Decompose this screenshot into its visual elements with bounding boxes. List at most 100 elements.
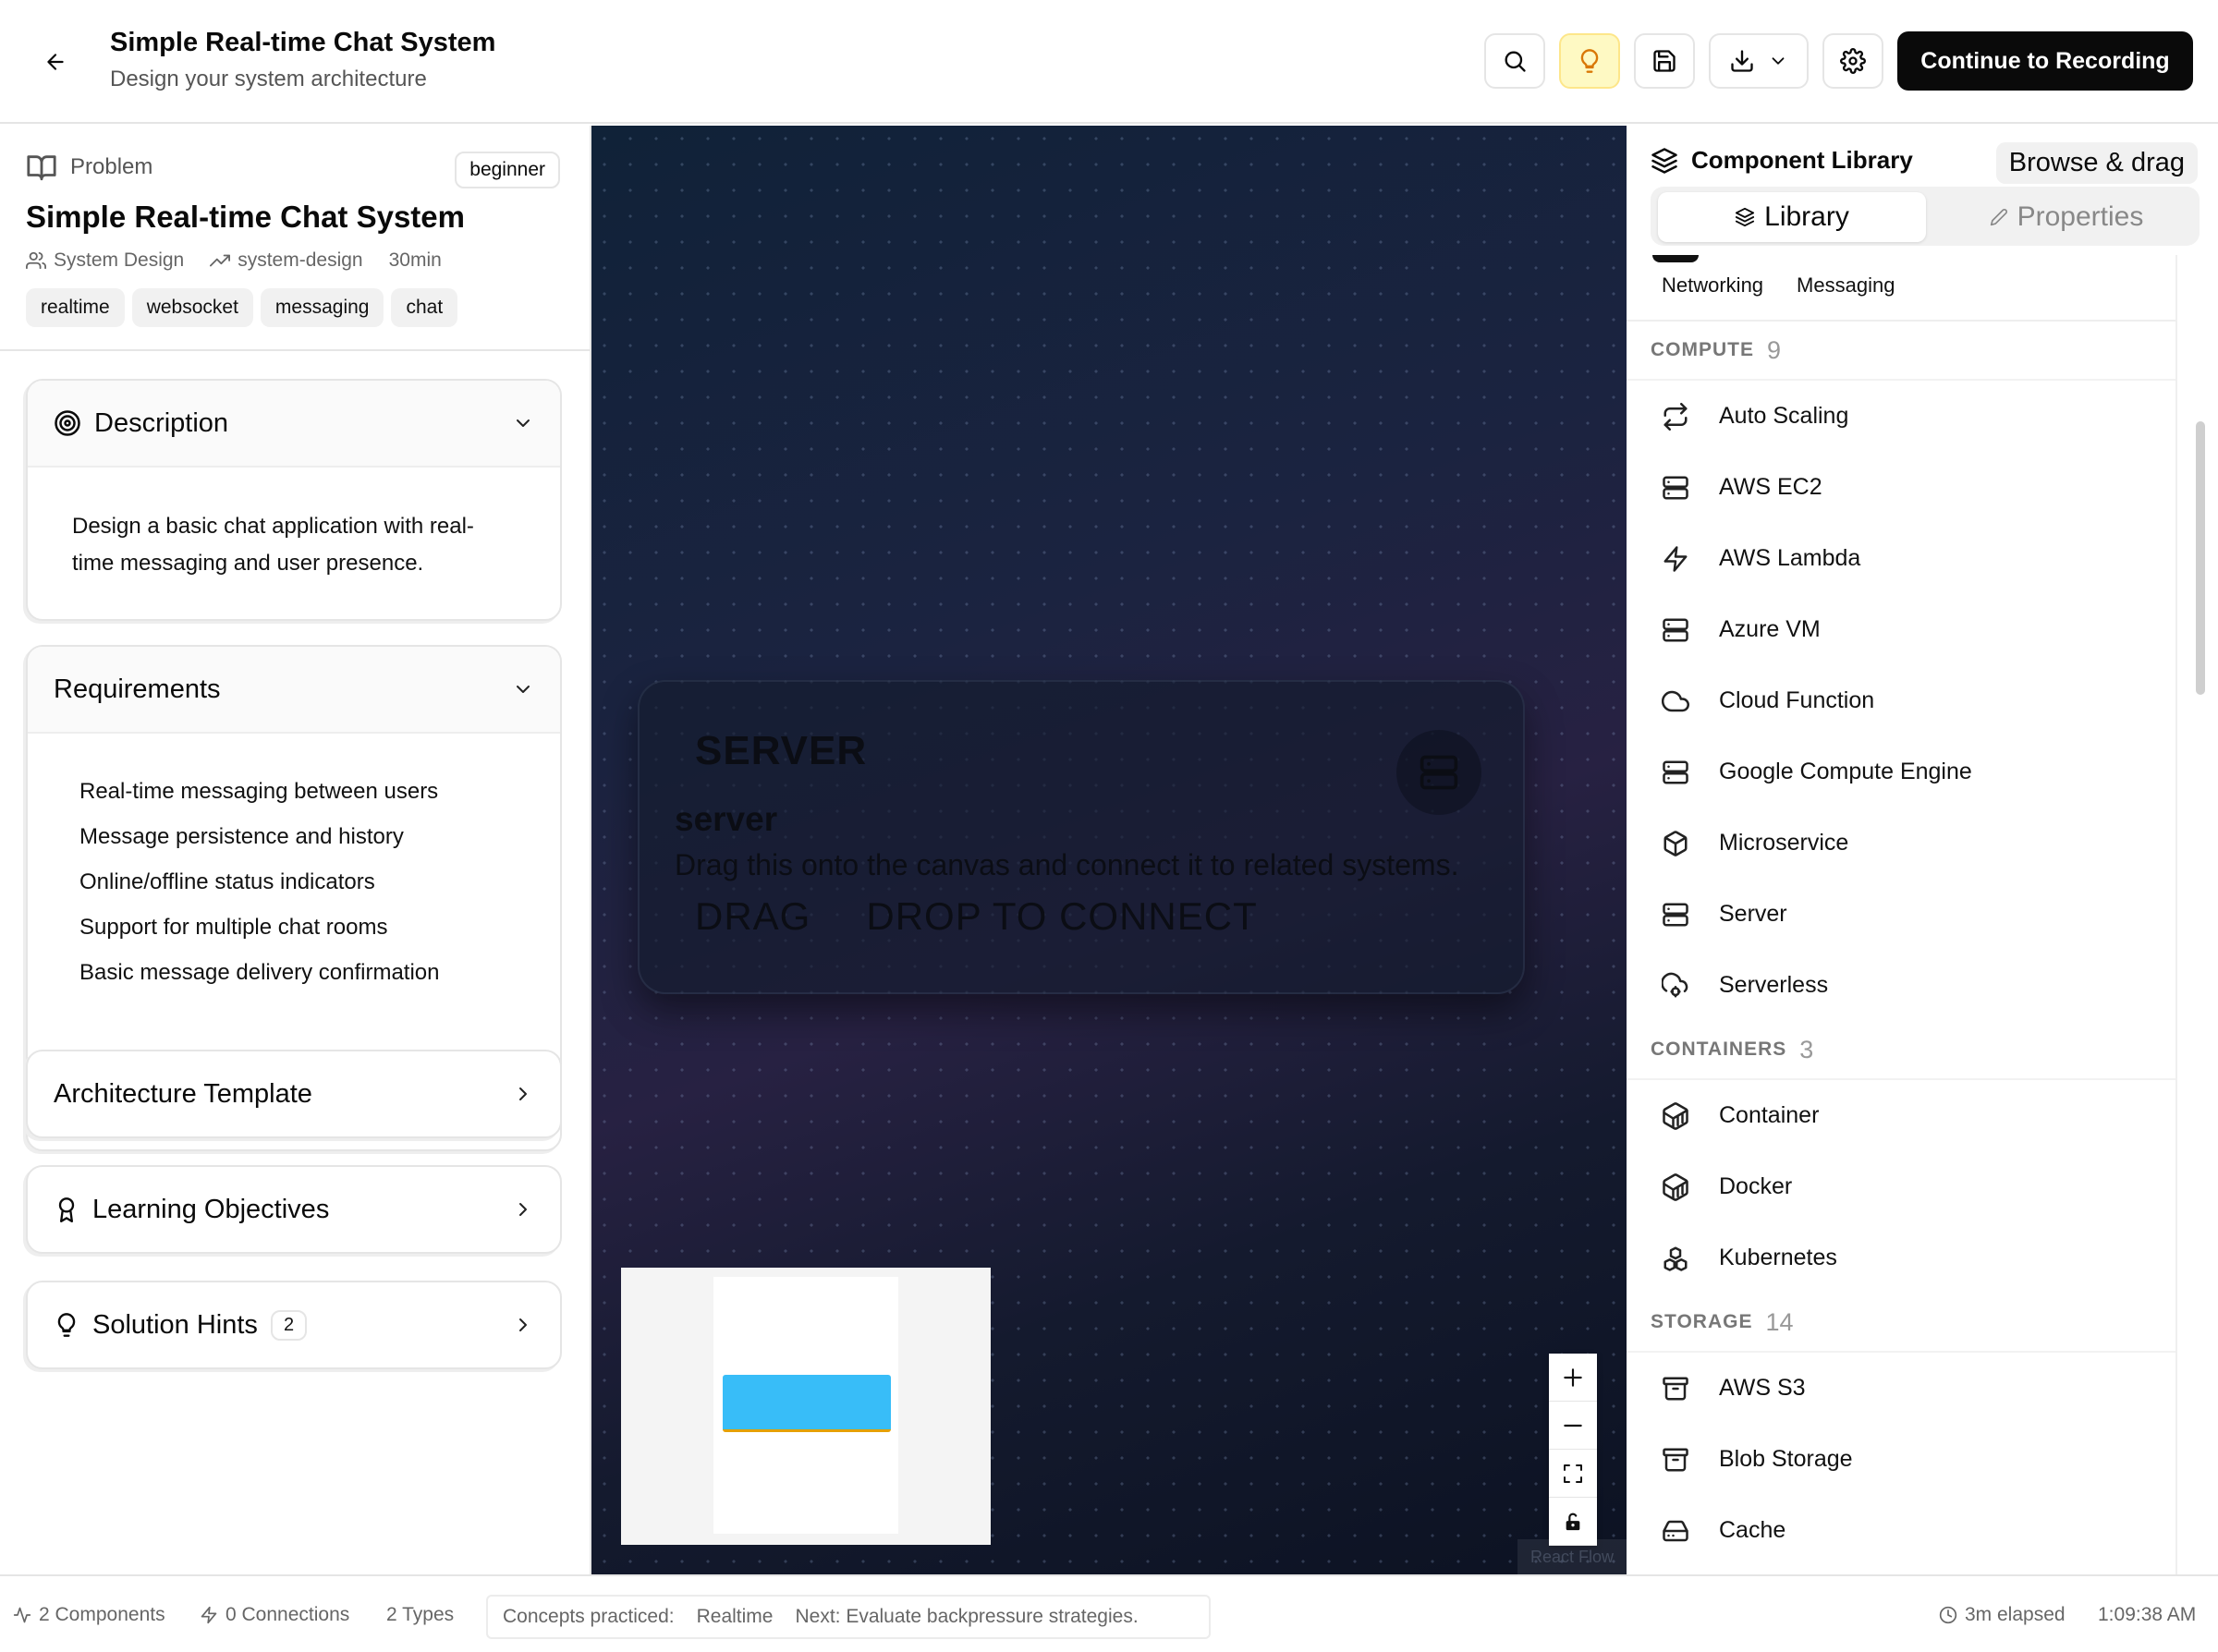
minimap-node (723, 1375, 891, 1432)
plus-icon (1561, 1366, 1585, 1390)
archive-icon (1660, 1373, 1691, 1404)
component-item-azure-vm[interactable]: Azure VM (1627, 594, 2175, 665)
requirement-item: Message persistence and history (79, 824, 404, 849)
page-subtitle: Design your system architecture (110, 67, 427, 91)
box-icon (1660, 828, 1691, 859)
pencil-icon (1990, 208, 2008, 226)
section-header-compute: COMPUTE 9 (1627, 322, 2175, 381)
component-item-auto-scaling[interactable]: Auto Scaling (1627, 381, 2175, 452)
component-list: COMPUTE 9 Auto Scaling AWS EC2 AWS Lambda Azu… (1627, 322, 2175, 1566)
component-item-server[interactable]: Server (1627, 879, 2175, 950)
server-icon (1396, 730, 1481, 815)
continue-to-recording-button[interactable]: Continue to Recording (1897, 31, 2193, 91)
learning-objectives-header[interactable]: Learning Objectives (28, 1167, 560, 1252)
filter-messaging[interactable]: Messaging (1797, 273, 1895, 298)
tab-properties[interactable]: Properties (1937, 192, 2196, 242)
react-flow-attribution[interactable]: React Flow (1517, 1539, 1627, 1574)
solution-hints-card[interactable]: Solution Hints 2 (26, 1281, 562, 1369)
description-text: Design a basic chat application with rea… (72, 514, 474, 576)
description-card: Description Design a basic chat applicat… (26, 379, 562, 621)
component-item-container[interactable]: Container (1627, 1080, 2175, 1151)
requirement-item: Basic message delivery confirmation (79, 960, 440, 985)
component-item-blob-storage[interactable]: Blob Storage (1627, 1424, 2175, 1495)
description-header[interactable]: Description (28, 381, 560, 466)
target-icon (54, 409, 81, 437)
zoom-out-button[interactable] (1549, 1402, 1597, 1450)
learning-objectives-title: Learning Objectives (92, 1194, 330, 1224)
component-item-kubernetes[interactable]: Kubernetes (1627, 1222, 2175, 1294)
award-icon (54, 1196, 79, 1222)
divider (0, 349, 591, 351)
status-bar: 2 Components 0 Connections 2 Types Conce… (0, 1574, 2218, 1652)
component-item-aws-ec2[interactable]: AWS EC2 (1627, 452, 2175, 523)
components-count: 2 Components (13, 1604, 165, 1626)
requirement-item: Real-time messaging between users (79, 779, 439, 804)
hint-button[interactable] (1559, 33, 1620, 89)
types-count: 2 Types (386, 1604, 455, 1625)
component-label: Auto Scaling (1719, 403, 1849, 429)
concepts-value: Realtime (696, 1606, 774, 1627)
minus-icon (1561, 1414, 1585, 1438)
archive-icon (1660, 1444, 1691, 1476)
clock-time: 1:09:38 AM (2098, 1604, 2197, 1625)
component-item-docker[interactable]: Docker (1627, 1151, 2175, 1222)
learning-objectives-card[interactable]: Learning Objectives (26, 1165, 562, 1254)
architecture-template-title: Architecture Template (54, 1078, 312, 1109)
zoom-in-button[interactable] (1549, 1354, 1597, 1402)
chevron-right-icon (512, 1083, 534, 1105)
meta-category: System Design (26, 249, 184, 272)
requirement-item: Online/offline status indicators (79, 869, 375, 894)
component-item-microservice[interactable]: Microservice (1627, 808, 2175, 879)
component-label: Blob Storage (1719, 1446, 1853, 1472)
library-scrollbar[interactable] (2194, 255, 2207, 1574)
container-icon (1660, 1172, 1691, 1203)
search-button[interactable] (1484, 33, 1545, 89)
settings-button[interactable] (1822, 33, 1883, 89)
section-name: CONTAINERS (1651, 1039, 1787, 1060)
component-label: AWS Lambda (1719, 545, 1861, 571)
component-item-aws-lambda[interactable]: AWS Lambda (1627, 523, 2175, 594)
architecture-template-header[interactable]: Architecture Template (28, 1051, 560, 1136)
hints-count-badge: 2 (270, 1309, 308, 1341)
section-name: STORAGE (1651, 1311, 1753, 1332)
chevron-down-icon (512, 678, 534, 700)
section-header-storage: STORAGE 14 (1627, 1294, 2175, 1353)
server-drag-preview[interactable]: SERVER server Drag this onto the canvas … (638, 680, 1525, 994)
component-label: Google Compute Engine (1719, 759, 1972, 784)
browse-badge: Browse & drag (1995, 142, 2198, 184)
tag: chat (391, 288, 458, 327)
architecture-template-card[interactable]: Architecture Template (26, 1050, 562, 1138)
boxes-icon (1660, 1243, 1691, 1274)
top-header: Simple Real-time Chat System Design your… (0, 0, 2218, 124)
design-canvas[interactable]: SERVER server Drag this onto the canvas … (591, 126, 1627, 1574)
problem-label-row: Problem (26, 152, 152, 183)
component-item-cache[interactable]: Cache (1627, 1495, 2175, 1566)
download-icon (1729, 48, 1755, 74)
section-count: 14 (1765, 1307, 1794, 1336)
requirements-header[interactable]: Requirements (28, 647, 560, 732)
component-item-google-compute-engine[interactable]: Google Compute Engine (1627, 736, 2175, 808)
lightbulb-icon (54, 1312, 79, 1338)
back-button[interactable] (35, 46, 76, 78)
download-menu-button[interactable] (1709, 33, 1809, 89)
tab-library[interactable]: Library (1658, 192, 1926, 242)
filter-networking[interactable]: Networking (1662, 273, 1763, 298)
component-label: AWS S3 (1719, 1375, 1806, 1401)
node-heading: SERVER (695, 728, 868, 773)
minimap[interactable] (621, 1268, 991, 1545)
save-button[interactable] (1634, 33, 1695, 89)
component-item-serverless[interactable]: Serverless (1627, 950, 2175, 1021)
solution-hints-header[interactable]: Solution Hints 2 (28, 1282, 560, 1367)
component-item-cloud-function[interactable]: Cloud Function (1627, 665, 2175, 736)
tag: messaging (260, 288, 384, 327)
canvas-controls (1549, 1354, 1597, 1546)
zap-icon (1660, 543, 1691, 575)
component-item-aws-s3[interactable]: AWS S3 (1627, 1353, 2175, 1424)
fit-view-button[interactable] (1549, 1450, 1597, 1498)
zap-icon (200, 1606, 218, 1624)
chevron-right-icon (512, 1314, 534, 1336)
node-tags: DRAG DROP TO CONNECT (695, 894, 1258, 939)
problem-title: Simple Real-time Chat System (26, 200, 465, 234)
scrollbar-thumb[interactable] (2196, 421, 2205, 695)
save-icon (1651, 48, 1677, 74)
